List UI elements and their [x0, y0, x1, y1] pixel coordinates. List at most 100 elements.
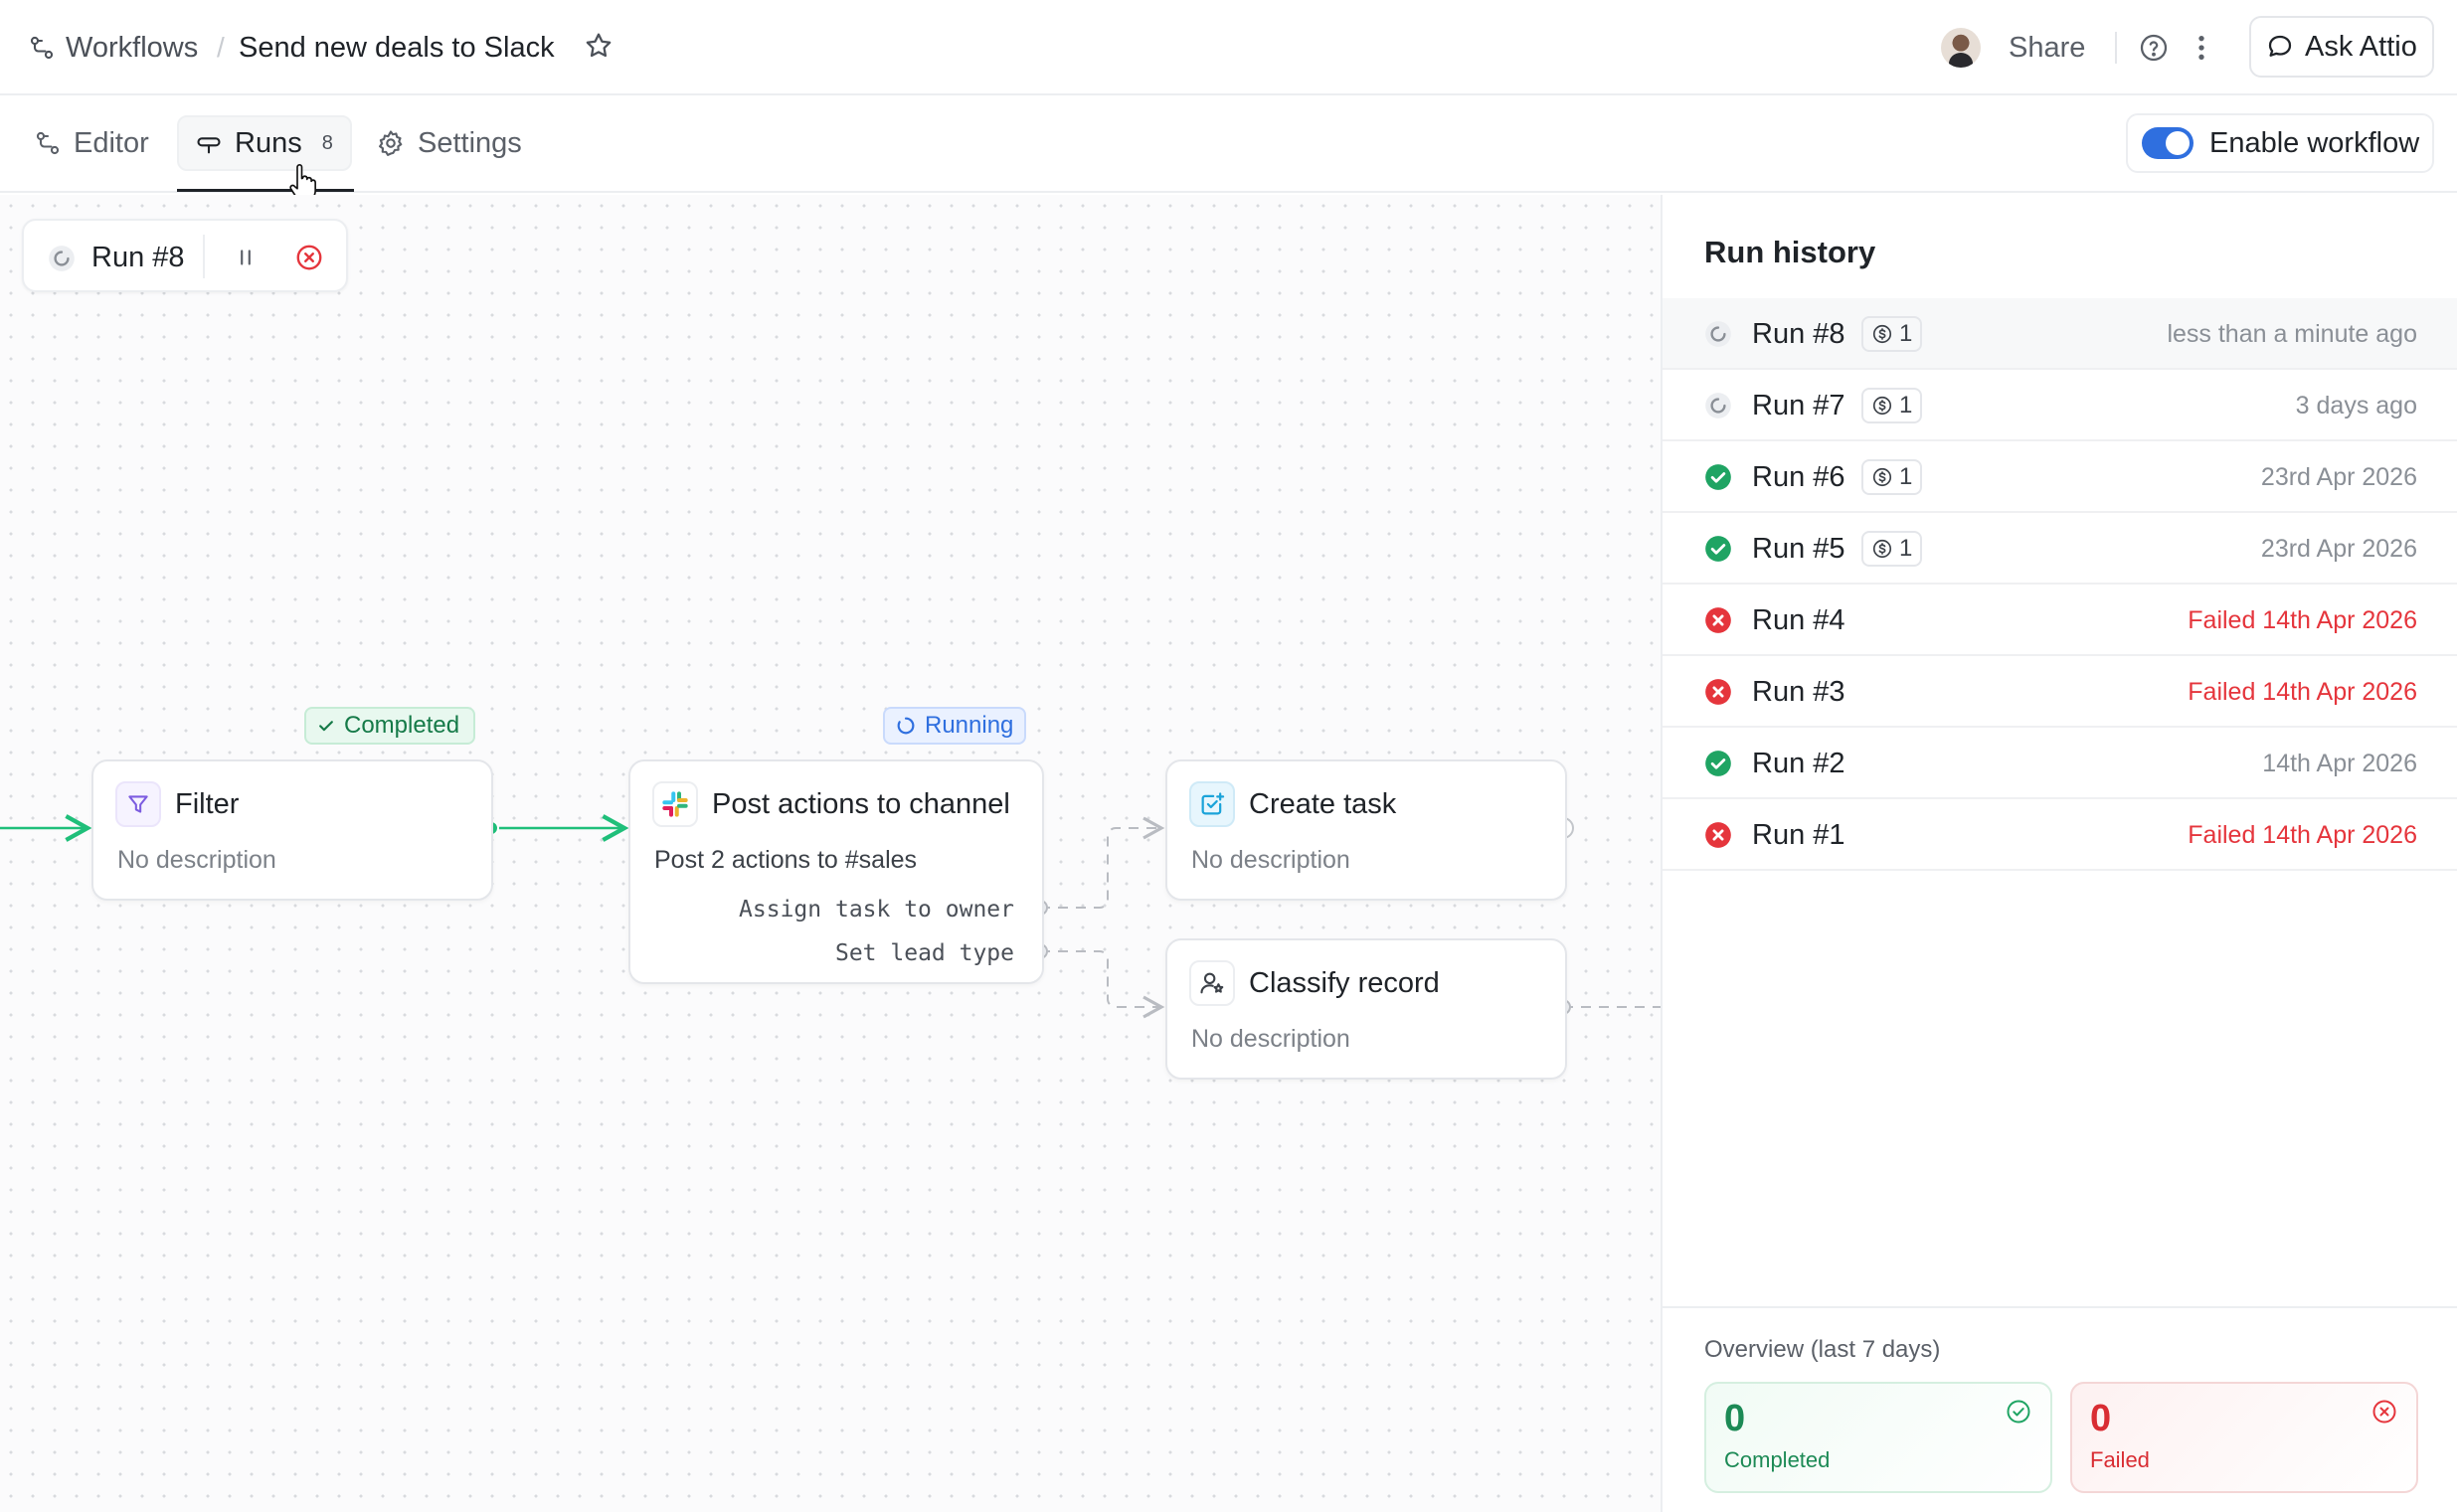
create-task-node-description: No description: [1191, 846, 1350, 874]
run-timestamp: 23rd Apr 2026: [2260, 535, 2417, 563]
completed-overview-card: 0 Completed: [1704, 1382, 2052, 1493]
run-label: Run #7: [1752, 390, 1845, 421]
credit-badge: 1: [1861, 531, 1923, 567]
active-tab-indicator: [177, 189, 354, 192]
breadcrumb-root-label: Workflows: [66, 31, 199, 64]
run-label: Run #5: [1752, 533, 1845, 565]
run-history-row[interactable]: Run #3 Failed 14th Apr 2026: [1663, 656, 2457, 728]
run-timestamp: 3 days ago: [2295, 392, 2417, 420]
enable-workflow-label: Enable workflow: [2209, 126, 2420, 159]
credit-icon: [1872, 396, 1892, 416]
failed-status-icon: [1704, 678, 1732, 711]
running-badge-label: Running: [925, 712, 1014, 739]
run-label: Run #1: [1752, 819, 1845, 851]
toggle-switch[interactable]: [2142, 127, 2194, 159]
filter-node-description: No description: [117, 846, 276, 874]
runs-icon: [197, 137, 221, 154]
tab-editor[interactable]: Editor: [34, 115, 149, 171]
tab-editor-label: Editor: [74, 126, 149, 159]
workflow-icon: [36, 131, 60, 155]
filter-node-title: Filter: [175, 788, 240, 820]
ask-attio-label: Ask Attio: [2305, 30, 2417, 63]
run-history-row[interactable]: Run #4 Failed 14th Apr 2026: [1663, 585, 2457, 656]
share-button[interactable]: Share: [2009, 28, 2085, 68]
cancel-run-icon[interactable]: [294, 243, 324, 272]
completed-status-icon: [1704, 535, 1732, 568]
run-timestamp: Failed 14th Apr 2026: [2188, 678, 2417, 706]
create-task-node-title: Create task: [1249, 788, 1397, 820]
avatar[interactable]: [1941, 28, 1981, 68]
more-options-icon[interactable]: [2195, 32, 2207, 64]
completed-status-icon: [1704, 750, 1732, 782]
overview-divider: [1663, 1306, 2457, 1308]
failed-overview-card: 0 Failed: [2070, 1382, 2418, 1493]
classify-record-node-title: Classify record: [1249, 967, 1440, 999]
ask-attio-button[interactable]: Ask Attio: [2249, 16, 2434, 78]
running-badge: Running: [883, 707, 1026, 745]
credit-icon: [1872, 467, 1892, 487]
run-history-row[interactable]: Run #6 1 23rd Apr 2026: [1663, 441, 2457, 513]
running-status-icon: [49, 246, 75, 271]
gear-icon: [379, 130, 403, 156]
connector-branch-assign: [1040, 816, 1165, 909]
pause-icon[interactable]: [233, 245, 259, 270]
run-history-row[interactable]: Run #2 14th Apr 2026: [1663, 728, 2457, 799]
check-icon: [319, 721, 333, 732]
check-circle-icon: [2007, 1400, 2030, 1424]
filter-icon: [115, 781, 161, 827]
x-circle-icon: [2372, 1400, 2396, 1424]
run-timestamp: Failed 14th Apr 2026: [2188, 606, 2417, 634]
post-actions-node-title: Post actions to channel: [712, 788, 1010, 820]
run-label: Run #2: [1752, 748, 1845, 779]
tab-runs-count: 8: [321, 131, 333, 154]
workflow-icon: [30, 36, 54, 60]
post-actions-node[interactable]: Post actions to channel Post 2 actions t…: [628, 759, 1044, 984]
run-history-row[interactable]: Run #7 1 3 days ago: [1663, 370, 2457, 441]
tab-settings[interactable]: Settings: [376, 115, 522, 171]
run-history-list: Run #8 1 less than a minute ago Run #7 1 3 da…: [1663, 298, 2457, 871]
credit-count: 1: [1899, 535, 1913, 562]
run-history-row[interactable]: Run #8 1 less than a minute ago: [1663, 298, 2457, 370]
failed-count: 0: [2090, 1398, 2112, 1439]
connector-branch-lead: [1040, 950, 1165, 1019]
credit-icon: [1872, 324, 1892, 344]
spinner-icon: [897, 717, 915, 735]
credit-badge: 1: [1861, 459, 1923, 495]
run-label: Run #8: [1752, 318, 1845, 350]
header-divider: [2115, 32, 2117, 64]
tab-runs[interactable]: Runs 8: [177, 115, 352, 171]
run-history-row[interactable]: Run #1 Failed 14th Apr 2026: [1663, 799, 2457, 871]
post-actions-node-subtitle: Post 2 actions to #sales: [654, 846, 918, 874]
run-control-bar: Run #8: [22, 219, 348, 292]
tab-runs-label: Runs: [235, 126, 302, 159]
run-label: Run #6: [1752, 461, 1845, 493]
classify-record-node[interactable]: Classify record No description: [1165, 938, 1567, 1080]
page-title: Send new deals to Slack: [239, 31, 555, 64]
credit-count: 1: [1899, 463, 1913, 490]
failed-status-icon: [1704, 821, 1732, 854]
run-label: Run #3: [1752, 676, 1845, 708]
workflow-canvas[interactable]: Run #8 Completed Running Filter No descr…: [0, 195, 1661, 1512]
run-label: Run #4: [1752, 604, 1845, 636]
breadcrumb-workflows[interactable]: Workflows: [28, 28, 198, 68]
credit-count: 1: [1899, 392, 1913, 419]
star-icon[interactable]: [583, 30, 614, 62]
credit-count: 1: [1899, 320, 1913, 347]
run-control-label: Run #8: [91, 242, 185, 273]
run-history-row[interactable]: Run #5 1 23rd Apr 2026: [1663, 513, 2457, 585]
branch-set-lead-type: Set lead type: [834, 940, 1014, 966]
credit-badge: 1: [1861, 316, 1923, 352]
run-timestamp: Failed 14th Apr 2026: [2188, 821, 2417, 849]
failed-label: Failed: [2090, 1447, 2150, 1472]
completed-badge: Completed: [304, 707, 475, 745]
tab-settings-label: Settings: [418, 126, 522, 159]
chat-bubble-icon: [2268, 35, 2292, 57]
create-task-node[interactable]: Create task No description: [1165, 759, 1567, 901]
filter-node[interactable]: Filter No description: [91, 759, 493, 901]
run-timestamp: 23rd Apr 2026: [2260, 463, 2417, 491]
task-icon: [1189, 781, 1235, 827]
help-icon[interactable]: [2138, 32, 2170, 64]
run-history-title: Run history: [1704, 235, 1876, 269]
enable-workflow-toggle[interactable]: Enable workflow: [2126, 113, 2434, 173]
run-timestamp: 14th Apr 2026: [2262, 750, 2417, 777]
